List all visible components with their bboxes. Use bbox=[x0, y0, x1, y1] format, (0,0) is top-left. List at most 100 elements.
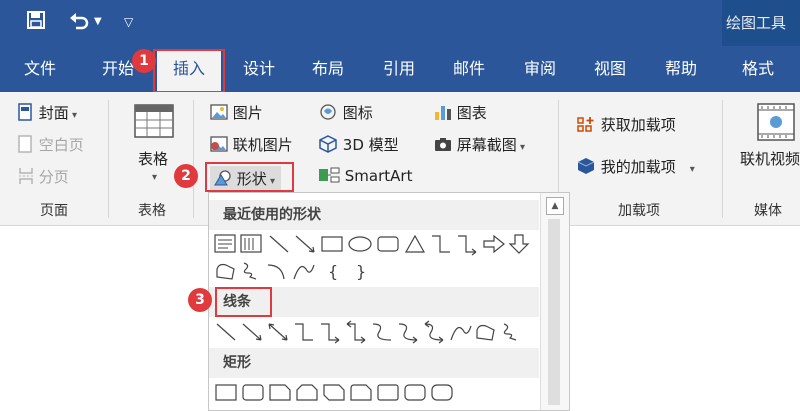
arrow-shape[interactable] bbox=[295, 235, 315, 253]
tab-format[interactable]: 格式 bbox=[742, 56, 774, 82]
elbow-arrow-connector-shape[interactable] bbox=[321, 323, 340, 344]
get-addins-button[interactable]: 获取加载项 bbox=[576, 114, 676, 135]
down-arrow-shape[interactable] bbox=[508, 234, 530, 254]
double-arrow-shape[interactable] bbox=[268, 323, 288, 341]
arrow-shape[interactable] bbox=[242, 323, 262, 341]
3d-models-label: 3D 模型 bbox=[342, 136, 399, 154]
tab-layout[interactable]: 布局 bbox=[312, 56, 344, 82]
scribble-shape[interactable] bbox=[503, 323, 517, 341]
curved-double-arrow-connector-shape[interactable] bbox=[424, 320, 444, 344]
curve-shape[interactable] bbox=[450, 325, 472, 341]
snip-diagonal-corner-rectangle-shape[interactable] bbox=[323, 384, 345, 401]
elbow-arrow-connector-shape[interactable] bbox=[458, 235, 477, 256]
online-picture-icon bbox=[210, 136, 228, 152]
drawing-tools-label: 绘图工具 bbox=[726, 14, 787, 32]
rectangle-shape[interactable] bbox=[215, 384, 237, 401]
smartart-icon bbox=[319, 167, 340, 183]
freeform-shape[interactable] bbox=[476, 324, 495, 341]
oval-shape[interactable] bbox=[348, 236, 372, 252]
text-box-shape[interactable] bbox=[214, 234, 236, 253]
chart-label: 图表 bbox=[456, 104, 487, 122]
curved-connector-shape[interactable] bbox=[372, 323, 392, 341]
elbow-connector-shape[interactable] bbox=[432, 235, 450, 253]
round-single-corner-rectangle-shape[interactable] bbox=[377, 384, 399, 401]
step-badge-1: 1 bbox=[132, 49, 156, 73]
vertical-text-box-shape[interactable] bbox=[240, 234, 262, 253]
page-break-icon bbox=[19, 168, 33, 184]
cover-page-label: 封面 bbox=[38, 104, 69, 122]
snip-round-rectangle-shape[interactable] bbox=[350, 384, 372, 401]
scrollbar-track[interactable] bbox=[548, 219, 560, 405]
undo-dropdown-icon[interactable]: ▼ bbox=[94, 10, 102, 34]
online-video-icon[interactable] bbox=[752, 102, 796, 146]
right-brace-shape[interactable]: } bbox=[356, 262, 366, 281]
save-icon[interactable] bbox=[26, 10, 46, 34]
tab-view[interactable]: 视图 bbox=[594, 56, 626, 82]
curved-arrow-connector-shape[interactable] bbox=[398, 323, 418, 344]
icons-label: 图标 bbox=[342, 104, 373, 122]
media-group-label: 媒体 bbox=[754, 203, 782, 219]
page-break-button[interactable]: 分页 bbox=[18, 166, 69, 187]
elbow-connector-shape[interactable] bbox=[295, 323, 313, 341]
tab-file[interactable]: 文件 bbox=[24, 56, 56, 82]
rectangle-shape[interactable] bbox=[321, 236, 343, 252]
arc-shape[interactable] bbox=[267, 264, 285, 280]
scroll-up-arrow-icon[interactable]: ▲ bbox=[546, 197, 564, 215]
line-shape[interactable] bbox=[216, 323, 236, 341]
tab-mailings[interactable]: 邮件 bbox=[453, 56, 485, 82]
freeform-shape[interactable] bbox=[216, 263, 235, 280]
highlight-shapes-button bbox=[205, 162, 294, 192]
lines-row bbox=[214, 320, 540, 344]
scribble-shape[interactable] bbox=[243, 262, 257, 280]
cube-icon bbox=[319, 135, 337, 153]
group-separator bbox=[722, 100, 723, 218]
recent-shapes-header: 最近使用的形状 bbox=[209, 200, 539, 230]
curve-shape[interactable] bbox=[293, 264, 315, 280]
round-same-side-rectangle-shape[interactable] bbox=[404, 384, 426, 401]
online-pictures-button[interactable]: 联机图片 bbox=[210, 134, 293, 155]
elbow-double-arrow-connector-shape[interactable] bbox=[346, 320, 366, 344]
online-video-label[interactable]: 联机视频 bbox=[740, 148, 800, 169]
line-shape[interactable] bbox=[269, 235, 289, 253]
tab-review[interactable]: 审阅 bbox=[524, 56, 556, 82]
undo-icon[interactable] bbox=[68, 10, 90, 34]
chart-button[interactable]: 图表 bbox=[434, 102, 487, 123]
rectangles-header: 矩形 bbox=[209, 348, 539, 378]
rounded-rectangle-shape[interactable] bbox=[242, 384, 264, 401]
tab-design[interactable]: 设计 bbox=[243, 56, 275, 82]
snip-same-side-corner-rectangle-shape[interactable] bbox=[296, 384, 318, 401]
triangle-shape[interactable] bbox=[404, 234, 426, 253]
screenshot-label: 屏幕截图 bbox=[456, 136, 517, 154]
tab-references[interactable]: 引用 bbox=[383, 56, 415, 82]
group-separator bbox=[108, 100, 109, 218]
highlight-insert-tab bbox=[153, 49, 225, 93]
left-brace-shape[interactable]: { bbox=[328, 262, 338, 281]
customize-toolbar-icon[interactable]: ▽ bbox=[124, 10, 133, 34]
rounded-rectangle-shape[interactable] bbox=[377, 236, 399, 252]
right-arrow-shape[interactable] bbox=[483, 234, 505, 254]
smartart-button[interactable]: SmartArt bbox=[318, 166, 412, 185]
icons-button[interactable]: 图标 bbox=[318, 102, 373, 123]
camera-icon bbox=[435, 138, 451, 151]
snip-single-corner-rectangle-shape[interactable] bbox=[269, 384, 291, 401]
addins-group-label: 加载项 bbox=[618, 203, 660, 219]
table-dropdown-icon[interactable]: ▾ bbox=[152, 172, 157, 183]
step-badge-2: 2 bbox=[174, 164, 198, 188]
group-separator bbox=[193, 100, 194, 218]
step-badge-3: 3 bbox=[188, 288, 212, 312]
pictures-button[interactable]: 图片 bbox=[210, 102, 263, 123]
table-button-label[interactable]: 表格 bbox=[138, 148, 168, 169]
tab-home[interactable]: 开始 bbox=[102, 56, 134, 82]
round-diagonal-rectangle-shape[interactable] bbox=[431, 384, 453, 401]
table-group-label: 表格 bbox=[138, 203, 166, 219]
screenshot-button[interactable]: 屏幕截图 ▾ bbox=[434, 134, 525, 155]
my-addins-button[interactable]: 我的加载项 ▾ bbox=[576, 156, 695, 177]
cover-page-button[interactable]: 封面 ▾ bbox=[18, 102, 77, 123]
highlight-lines-section bbox=[215, 287, 272, 317]
3d-models-button[interactable]: 3D 模型 bbox=[318, 134, 399, 155]
tab-help[interactable]: 帮助 bbox=[665, 56, 697, 82]
shapes-panel-scrollbar[interactable]: ▲ bbox=[540, 193, 569, 410]
blank-page-button[interactable]: 空白页 bbox=[18, 134, 84, 155]
table-icon[interactable] bbox=[134, 104, 174, 142]
page-break-label: 分页 bbox=[38, 168, 69, 186]
